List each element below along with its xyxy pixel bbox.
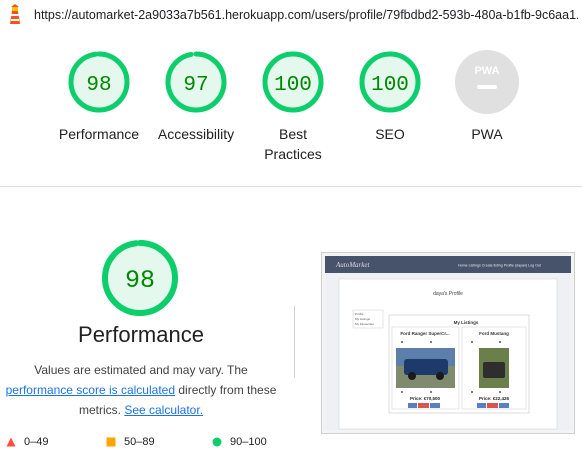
svg-text:My Favourites: My Favourites: [355, 322, 374, 326]
gauge-accessibility[interactable]: 97 Accessibility: [146, 50, 246, 144]
section-divider: [0, 186, 582, 187]
see-calculator-link[interactable]: See calculator.: [124, 403, 203, 417]
svg-text:Price: €70,500: Price: €70,500: [410, 396, 441, 401]
score-value: 100: [371, 74, 409, 97]
performance-score-link[interactable]: performance score is calculated: [6, 383, 175, 397]
gauge-label: PWA: [471, 126, 503, 142]
score-ring: 100: [359, 51, 421, 113]
orange-square-icon: [106, 437, 116, 447]
legend-fail: 0–49: [6, 436, 48, 448]
gauge-seo[interactable]: 100 SEO: [340, 50, 440, 144]
description-text: Values are estimated and may vary. The: [34, 363, 248, 377]
svg-text:Ford Mustang: Ford Mustang: [479, 331, 509, 336]
pwa-badge-text: PWA: [474, 65, 499, 77]
score-ring: 100: [262, 51, 324, 113]
score-value: 98: [86, 74, 111, 97]
legend-range: 50–89: [124, 436, 155, 448]
thumb-brand: AutoMarket: [335, 261, 370, 269]
gauge-pwa[interactable]: PWA PWA: [437, 50, 537, 144]
performance-description: Values are estimated and may vary. The p…: [0, 360, 282, 420]
svg-text:My Listings: My Listings: [355, 317, 371, 321]
thumb-nav: Home Listings Create listing Profile (da…: [458, 264, 541, 268]
score-legend: 0–49 50–89 90–100: [0, 436, 300, 456]
category-gauges: 98 Performance 97 Accessibility 100 Best…: [0, 50, 582, 180]
gauge-label: Performance: [58, 126, 140, 142]
gauge-best-practices[interactable]: 100 Best Practices: [243, 50, 343, 164]
svg-text:Ford Ranger SuperCr...: Ford Ranger SuperCr...: [400, 331, 449, 336]
gauge-label: SEO: [375, 126, 405, 142]
final-screenshot[interactable]: AutoMarket Home Listings Create listing …: [321, 252, 575, 434]
gauge-label: Best Practices: [264, 126, 322, 162]
legend-average: 50–89: [106, 436, 155, 448]
legend-pass: 90–100: [212, 436, 267, 448]
performance-score-gauge: 98: [102, 240, 178, 316]
page-screenshot-image: AutoMarket Home Listings Create listing …: [325, 256, 571, 430]
page-url: https://automarket-2a9033a7b561.herokuap…: [34, 8, 578, 22]
red-triangle-icon: [6, 437, 16, 447]
legend-range: 0–49: [24, 436, 49, 448]
gauge-performance[interactable]: 98 Performance: [49, 50, 149, 144]
thumb-heading: daya's Profile: [433, 291, 463, 297]
pwa-badge-icon: PWA: [455, 50, 519, 114]
svg-text:Profile: Profile: [355, 312, 364, 316]
score-ring: 97: [165, 51, 227, 113]
performance-title: Performance: [78, 322, 204, 347]
score-ring: 98: [68, 51, 130, 113]
vertical-divider: [294, 306, 295, 378]
score-value: 100: [274, 74, 312, 97]
green-circle-icon: [212, 437, 222, 447]
gauge-label: Accessibility: [157, 126, 235, 142]
url-bar: https://automarket-2a9033a7b561.herokuap…: [0, 0, 582, 34]
svg-text:My Listings: My Listings: [454, 320, 479, 325]
legend-range: 90–100: [230, 436, 267, 448]
svg-text:Price: €22,426: Price: €22,426: [479, 396, 510, 401]
lighthouse-icon: [10, 4, 20, 24]
score-value: 97: [183, 74, 208, 97]
performance-score-value: 98: [125, 266, 155, 295]
